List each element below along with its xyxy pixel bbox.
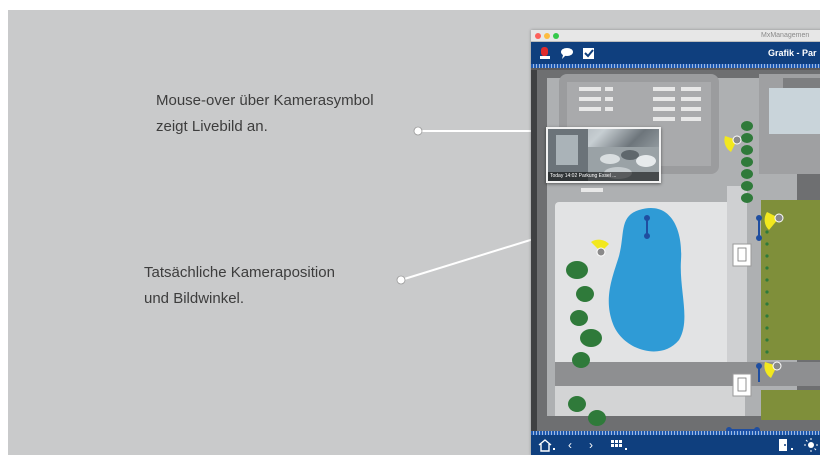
zoom-window-button[interactable] [553,33,559,39]
mxmanagement-window: MxManagemen Grafik - Par Today 14:02 Par… [531,30,820,455]
live-image-caption: Today 14:02 Parkung Essel ... [548,172,659,181]
message-icon[interactable] [559,45,575,61]
top-ruler [531,64,820,68]
window-title: MxManagemen [761,32,810,39]
top-toolbar: Grafik - Par [531,42,820,64]
bottom-toolbar: ‹ › [531,435,820,455]
view-title: Grafik - Par [768,48,817,58]
presentation-slide: Mouse-over über Kamerasymbol zeigt Liveb… [8,10,820,455]
back-icon[interactable]: ‹ [568,437,572,453]
light-icon[interactable] [803,437,819,453]
door-panel-lower[interactable] [732,373,752,397]
door-panel-upper[interactable] [732,243,752,267]
alarm-icon[interactable] [538,45,552,61]
home-icon[interactable] [537,438,553,452]
forward-icon[interactable]: › [589,437,593,453]
site-map[interactable] [531,70,820,431]
grid-icon[interactable] [611,440,623,450]
close-window-button[interactable] [535,33,541,39]
live-image-popup: Today 14:02 Parkung Essel ... [546,127,661,183]
window-titlebar: MxManagemen [531,30,820,42]
checkbox-icon[interactable] [581,45,597,61]
dot-separator [625,448,627,450]
minimize-window-button[interactable] [544,33,550,39]
dot-separator [553,448,555,450]
dot-separator [791,448,793,450]
door-icon[interactable] [777,438,789,452]
